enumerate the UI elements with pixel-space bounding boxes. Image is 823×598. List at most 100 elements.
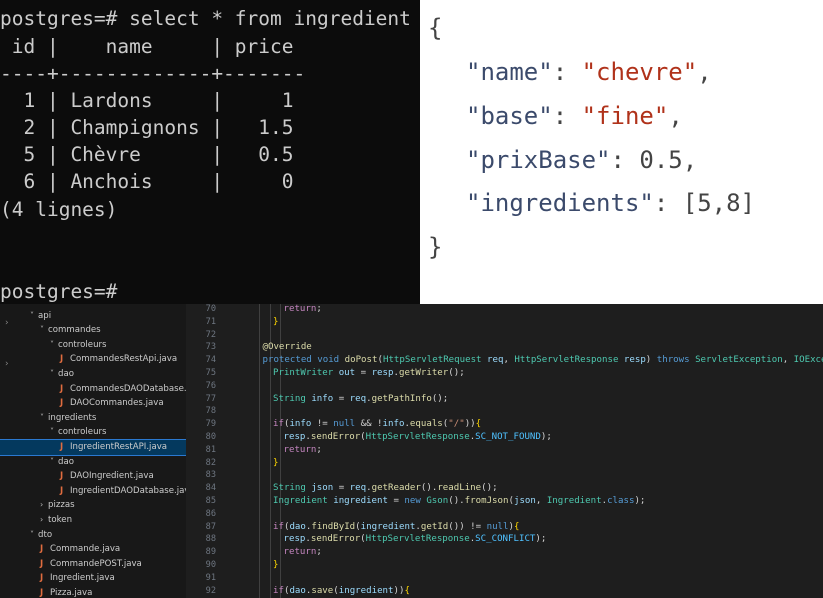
tree-item-label: api: [38, 310, 52, 321]
code-token: PrintWriter: [273, 368, 339, 378]
tree-folder[interactable]: ˅ controleurs: [0, 338, 186, 353]
json-value: 0.5: [639, 146, 683, 174]
code-token: class: [607, 496, 635, 506]
tree-item-label: CommandesRestApi.java: [70, 354, 178, 365]
chevron-down-icon[interactable]: ˅: [30, 528, 38, 543]
code-token: {: [513, 521, 520, 532]
code-line: PrintWriter out = resp.getWriter();: [273, 367, 465, 380]
code-token: "/": [448, 419, 465, 430]
tree-file[interactable]: J DAOCommandes.java: [0, 396, 186, 411]
code-token: Ingredient: [273, 496, 334, 506]
json-field: "ingredients": [5,8]: [466, 188, 755, 218]
json-field: "prixBase": 0.5,: [466, 145, 697, 175]
line-number: 85: [205, 496, 216, 506]
line-number: 88: [205, 534, 216, 545]
code-token: resp: [623, 355, 646, 366]
tree-file[interactable]: J Commande.java: [0, 542, 186, 557]
tree-file[interactable]: J CommandesRestApi.java: [0, 352, 186, 367]
chevron-down-icon[interactable]: ˅: [50, 455, 58, 470]
chevron-right-icon[interactable]: ›: [40, 513, 48, 528]
code-token: return: [283, 547, 317, 558]
chevron-down-icon[interactable]: ˅: [40, 323, 48, 338]
code-token: ();: [481, 483, 498, 494]
tree-item-label: ingredients: [48, 412, 97, 423]
line-number: 83: [205, 470, 216, 481]
chevron-down-icon[interactable]: ˅: [50, 367, 58, 382]
tree-folder[interactable]: ˅ controleurs: [0, 425, 186, 440]
chevron-down-icon[interactable]: ˅: [50, 425, 58, 440]
chevron-right-icon[interactable]: ›: [40, 498, 48, 513]
code-token: dao: [289, 521, 306, 532]
tree-file[interactable]: J Ingredient.java: [0, 571, 186, 586]
tree-file[interactable]: J CommandesDAODatabase.java: [0, 382, 186, 397]
code-token: HttpServletResponse: [365, 534, 470, 545]
line-number: 80: [205, 432, 216, 442]
tree-file[interactable]: J DAOIngredient.java: [0, 469, 186, 484]
code-token: equals: [409, 419, 443, 430]
file-explorer: ˅src˅api˅commandes˅controleursJCommandes…: [0, 304, 186, 598]
chevron-right-icon[interactable]: ›: [4, 359, 9, 369]
code-token: if: [273, 585, 284, 596]
tree-item-label: pizzas: [48, 500, 75, 511]
code-token: SC_CONFLICT: [475, 534, 536, 545]
tree-folder[interactable]: ˅ commandes: [0, 323, 186, 338]
chevron-down-icon[interactable]: ˅: [50, 338, 58, 353]
tree-folder[interactable]: ˅ dao: [0, 455, 186, 470]
code-token: getReader: [371, 483, 421, 494]
tree-folder[interactable]: ˅ dao: [0, 367, 186, 382]
java-file-icon: J: [40, 573, 44, 584]
code-token: ingredient: [360, 521, 416, 532]
line-number: 89: [205, 547, 216, 558]
code-token: Ingredient: [546, 496, 602, 506]
line-number-gutter: 70 71 72 73 74 75 76 77 78 79 80 81 82 83 84 85 86 87 88 89…: [186, 304, 232, 598]
java-file-icon: J: [60, 383, 64, 394]
line-number: 70: [205, 304, 216, 314]
code-line: @Override: [263, 341, 312, 354]
terminal-table-row: 5 | Chèvre | 0.5: [0, 143, 294, 166]
chevron-down-icon[interactable]: ˅: [40, 411, 48, 426]
tree-folder[interactable]: › token: [0, 513, 186, 528]
tree-item-label: IngredientDAODatabase.java: [70, 485, 186, 496]
chevron-down-icon[interactable]: ˅: [30, 309, 38, 324]
code-token: return: [283, 304, 317, 314]
code-line: String json = req.getReader().readLine()…: [273, 482, 498, 495]
code-line: }: [273, 457, 278, 470]
code-token: =: [333, 393, 350, 404]
line-number: 82: [205, 457, 216, 468]
code-token: ()) !=: [448, 521, 487, 532]
code-token: readLine: [437, 483, 482, 494]
code-token: ();: [431, 393, 449, 404]
code-token: HttpServletResponse: [365, 432, 470, 442]
tree-file[interactable]: J Pizza.java: [0, 586, 186, 598]
tree-folder[interactable]: ˅ ingredients: [0, 411, 186, 426]
json-key: "base": [466, 102, 553, 130]
terminal-table-header: id | name | price: [0, 35, 294, 58]
tree-folder[interactable]: › pizzas: [0, 498, 186, 513]
code-token: if: [273, 419, 284, 430]
line-number: 81: [205, 444, 216, 455]
tree-folder[interactable]: ˅ api: [0, 309, 186, 324]
code-token: ingredient: [338, 585, 394, 596]
code-line: if(info != null && !info.equals("/")){: [273, 418, 481, 431]
json-separator: :: [552, 102, 582, 130]
code-token: HttpServletResponse: [514, 355, 624, 366]
code-token: ,: [503, 355, 515, 366]
code-token: save: [311, 585, 334, 596]
terminal-prompt[interactable]: postgres=#: [0, 280, 117, 304]
code-editor[interactable]: return;} @Override protected void doPost(H…: [232, 304, 823, 598]
code-token: String: [273, 483, 312, 494]
line-number: 91: [205, 572, 216, 583]
code-token: ,: [535, 496, 547, 506]
line-number: 84: [205, 483, 216, 494]
tree-item-label: Ingredient.java: [50, 573, 115, 584]
ide-window: ˅src˅api˅commandes˅controleursJCommandes…: [0, 304, 823, 598]
code-line: if(dao.findById(ingredient.getId()) != n…: [273, 521, 519, 534]
tree-folder[interactable]: ˅ dto: [0, 528, 186, 543]
tree-item-label: IngredientRestAPI.java: [70, 442, 168, 452]
tree-file[interactable]: J IngredientDAODatabase.java: [0, 484, 186, 499]
chevron-right-icon[interactable]: ›: [4, 318, 9, 328]
tree-item-label: dto: [38, 529, 53, 540]
tree-file[interactable]: J IngredientRestAPI.java: [0, 439, 186, 456]
json-key: "ingredients": [466, 189, 654, 217]
tree-file[interactable]: J CommandePOST.java: [0, 557, 186, 572]
